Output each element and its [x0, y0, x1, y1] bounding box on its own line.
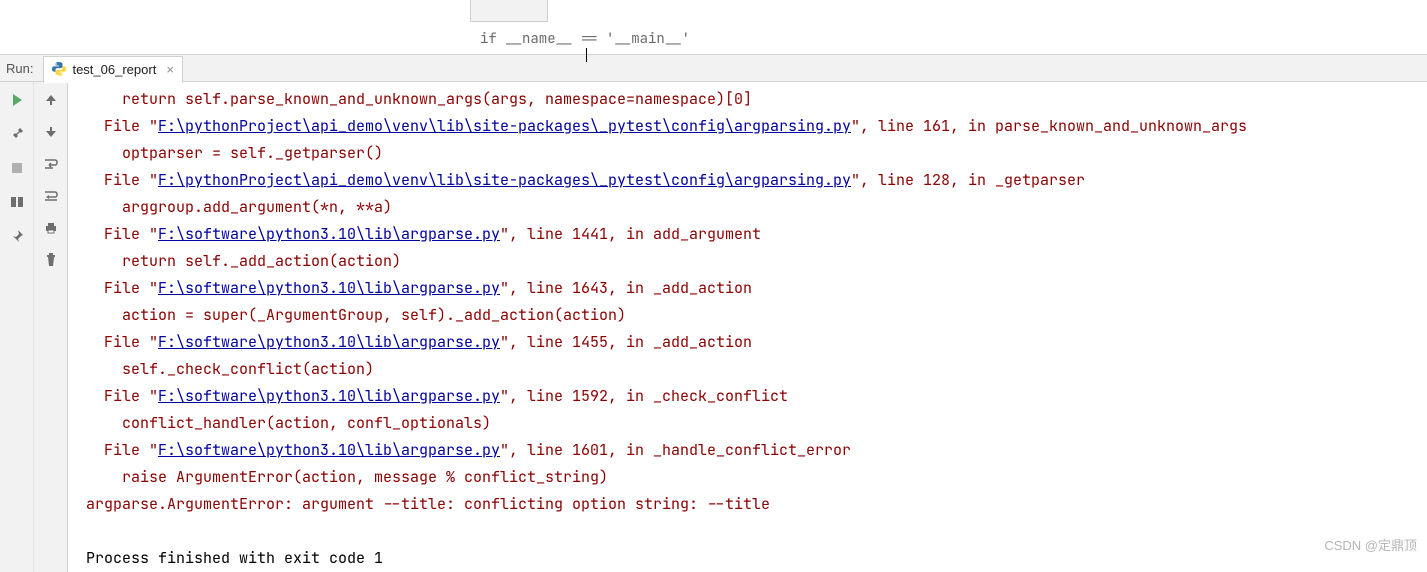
soft-wrap-button[interactable] — [41, 154, 61, 174]
rerun-button[interactable] — [7, 90, 27, 110]
console-output[interactable]: return self.parse_known_and_unknown_args… — [68, 82, 1427, 572]
pin-button[interactable] — [7, 226, 27, 246]
traceback-file-link[interactable]: F:\pythonProject\api_demo\venv\lib\site-… — [158, 170, 851, 190]
run-gutter-primary — [0, 82, 34, 572]
scroll-up-button[interactable] — [41, 90, 61, 110]
python-file-icon — [52, 62, 66, 76]
traceback-file-link[interactable]: F:\software\python3.10\lib\argparse.py — [158, 224, 500, 244]
run-gutter-secondary — [34, 82, 68, 572]
run-tool-header: Run: test_06_report × — [0, 55, 1427, 82]
traceback-file-link[interactable]: F:\software\python3.10\lib\argparse.py — [158, 440, 500, 460]
run-tab[interactable]: test_06_report × — [43, 56, 182, 83]
editor-tab-placeholder — [470, 0, 548, 22]
settings-button[interactable] — [7, 124, 27, 144]
traceback-file-link[interactable]: F:\pythonProject\api_demo\venv\lib\site-… — [158, 116, 851, 136]
close-icon[interactable]: × — [166, 62, 174, 77]
scroll-to-end-button[interactable] — [41, 186, 61, 206]
traceback-file-link[interactable]: F:\software\python3.10\lib\argparse.py — [158, 278, 500, 298]
run-body: return self.parse_known_and_unknown_args… — [0, 82, 1427, 572]
editor-caret — [586, 48, 587, 62]
run-tab-label: test_06_report — [72, 62, 156, 77]
delete-button[interactable] — [41, 250, 61, 270]
editor-top-area: if __name__ == '__main__' — [0, 0, 1427, 55]
watermark: CSDN @定鼎顶 — [1324, 535, 1417, 554]
print-button[interactable] — [41, 218, 61, 238]
stop-button[interactable] — [7, 158, 27, 178]
breadcrumb: if __name__ == '__main__' — [480, 30, 690, 48]
run-label: Run: — [6, 61, 33, 76]
traceback-file-link[interactable]: F:\software\python3.10\lib\argparse.py — [158, 386, 500, 406]
layout-button[interactable] — [7, 192, 27, 212]
scroll-down-button[interactable] — [41, 122, 61, 142]
traceback-file-link[interactable]: F:\software\python3.10\lib\argparse.py — [158, 332, 500, 352]
